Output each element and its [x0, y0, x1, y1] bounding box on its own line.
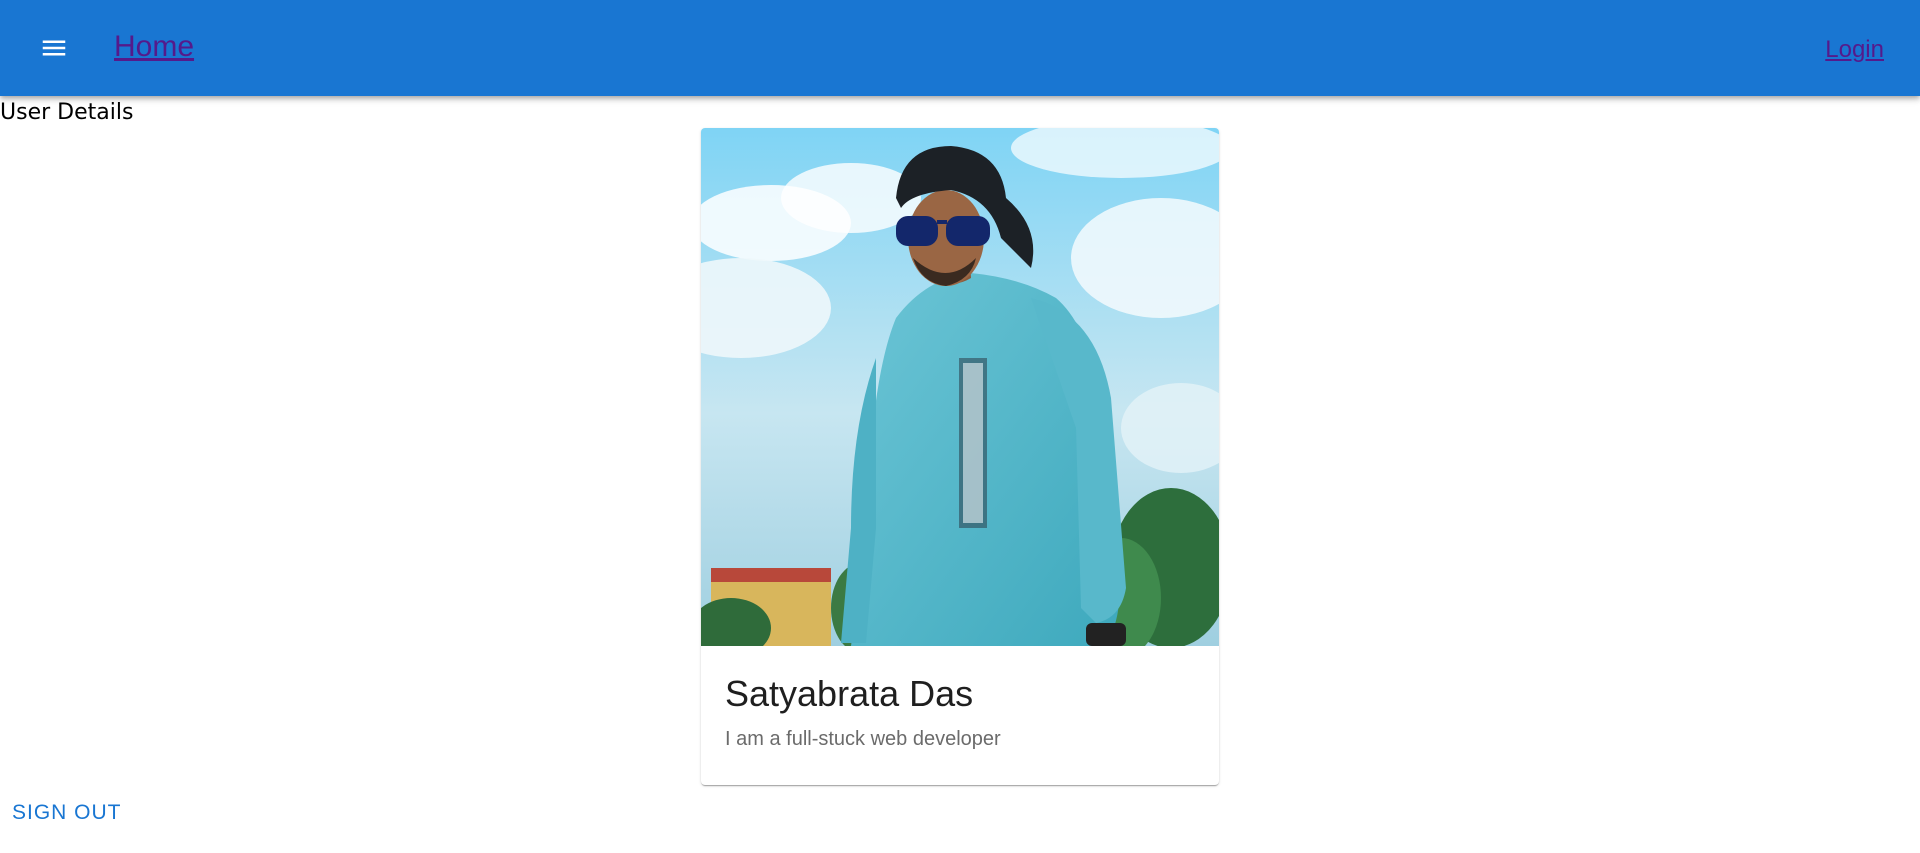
- profile-name: Satyabrata Das: [725, 673, 974, 714]
- login-link[interactable]: Login: [1825, 35, 1884, 65]
- card-content: Satyabrata Das I am a full-stuck web dev…: [701, 646, 1219, 752]
- page-heading: User Details: [0, 100, 134, 125]
- profile-bio: I am a full-stuck web developer: [725, 728, 1001, 750]
- menu-icon: [42, 40, 66, 56]
- profile-card: Satyabrata Das I am a full-stuck web dev…: [701, 128, 1219, 785]
- app-bar: Home Login: [0, 0, 1920, 96]
- sign-out-button[interactable]: SIGN OUT: [0, 795, 134, 831]
- home-link[interactable]: Home: [114, 29, 194, 65]
- profile-photo: [701, 128, 1219, 646]
- menu-button[interactable]: [30, 24, 78, 72]
